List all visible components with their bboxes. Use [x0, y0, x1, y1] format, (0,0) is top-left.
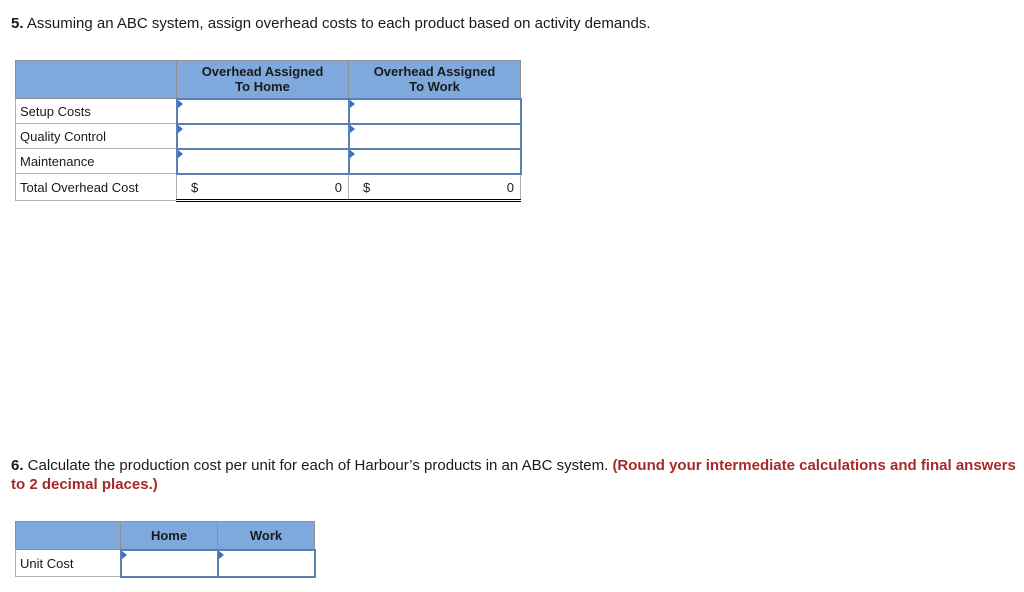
- quality-control-home-cell[interactable]: [175, 122, 350, 150]
- header-blank: [15, 521, 121, 550]
- input-flag-icon: [218, 550, 224, 559]
- input-flag-icon: [121, 550, 127, 559]
- input-flag-icon: [177, 99, 183, 108]
- total-home-cell: $ 0: [176, 173, 349, 202]
- input-flag-icon: [177, 149, 183, 158]
- currency-symbol: $: [191, 179, 199, 195]
- header-line: Overhead Assigned: [373, 64, 496, 80]
- unit-cost-table: Home Work Unit Cost: [15, 521, 316, 578]
- row-label-total-overhead: Total Overhead Cost: [15, 173, 177, 201]
- quality-control-home-input[interactable]: [177, 127, 348, 145]
- setup-costs-home-cell[interactable]: [175, 97, 350, 125]
- currency-symbol: $: [363, 179, 371, 195]
- table-header-row: Home Work: [15, 521, 315, 550]
- table-row: Quality Control: [15, 122, 522, 150]
- unit-cost-home-cell[interactable]: [119, 548, 219, 578]
- unit-cost-home-input[interactable]: [121, 554, 217, 572]
- quality-control-work-cell[interactable]: [347, 122, 522, 150]
- input-flag-icon: [177, 124, 183, 133]
- maintenance-work-cell[interactable]: [347, 147, 522, 175]
- header-blank: [15, 60, 177, 99]
- total-home-value: 0: [334, 179, 342, 195]
- question-5-number: 5.: [11, 15, 24, 32]
- unit-cost-work-cell[interactable]: [216, 548, 316, 578]
- header-line: Overhead Assigned: [201, 64, 324, 80]
- row-label-maintenance: Maintenance: [15, 148, 177, 174]
- header-overhead-home: Overhead Assigned To Home: [176, 60, 349, 99]
- question-6: 6. Calculate the production cost per uni…: [11, 456, 1016, 494]
- maintenance-home-cell[interactable]: [175, 147, 350, 175]
- setup-costs-home-input[interactable]: [177, 102, 348, 120]
- total-work-cell: $ 0: [348, 173, 521, 202]
- input-flag-icon: [349, 124, 355, 133]
- row-label-unit-cost: Unit Cost: [15, 549, 121, 577]
- table-row: Setup Costs: [15, 97, 522, 125]
- question-6-number: 6.: [11, 457, 24, 474]
- question-6-text: Calculate the production cost per unit f…: [23, 457, 613, 474]
- input-flag-icon: [349, 99, 355, 108]
- maintenance-home-input[interactable]: [177, 152, 348, 170]
- header-overhead-work: Overhead Assigned To Work: [348, 60, 521, 99]
- question-5-text: Assuming an ABC system, assign overhead …: [23, 15, 651, 32]
- table-header-row: Overhead Assigned To Home Overhead Assig…: [15, 60, 521, 99]
- row-label-setup-costs: Setup Costs: [15, 98, 177, 124]
- header-line: To Home: [235, 79, 290, 95]
- table-row: Maintenance: [15, 147, 522, 175]
- input-flag-icon: [349, 149, 355, 158]
- table-row: Unit Cost: [15, 548, 316, 578]
- setup-costs-work-input[interactable]: [349, 102, 520, 120]
- setup-costs-work-cell[interactable]: [347, 97, 522, 125]
- header-line: To Work: [409, 79, 460, 95]
- overhead-assignment-table: Overhead Assigned To Home Overhead Assig…: [15, 60, 522, 202]
- row-label-quality-control: Quality Control: [15, 123, 177, 149]
- quality-control-work-input[interactable]: [349, 127, 520, 145]
- header-home: Home: [120, 521, 218, 550]
- unit-cost-work-input[interactable]: [218, 554, 314, 572]
- question-5: 5. Assuming an ABC system, assign overhe…: [11, 14, 651, 33]
- maintenance-work-input[interactable]: [349, 152, 520, 170]
- total-row: Total Overhead Cost $ 0 $ 0: [15, 173, 521, 202]
- total-work-value: 0: [506, 179, 514, 195]
- header-work: Work: [217, 521, 315, 550]
